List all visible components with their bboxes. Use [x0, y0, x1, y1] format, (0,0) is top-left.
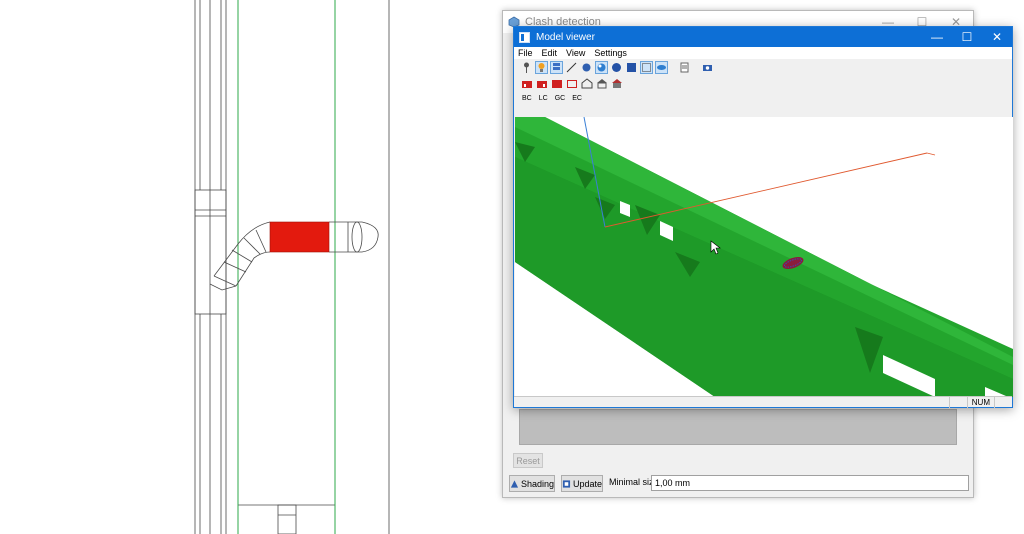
camera-icon[interactable]	[701, 61, 714, 74]
model-viewer-title-bar[interactable]: Model viewer — ☐ ✕	[514, 27, 1012, 47]
lamp-icon[interactable]	[535, 60, 548, 74]
shading-label: Shading	[520, 478, 554, 489]
viewer-toolbar-2	[514, 75, 1012, 91]
viewer-minimize-button[interactable]: —	[922, 27, 952, 47]
red-box-icon[interactable]	[550, 77, 563, 90]
line-icon[interactable]	[565, 61, 578, 74]
viewer-toolbar-1	[514, 59, 1012, 75]
viewer-maximize-button[interactable]: ☐	[952, 27, 982, 47]
bc-button[interactable]: BC	[521, 94, 533, 103]
clash-results-list[interactable]	[519, 409, 957, 445]
status-num: NUM	[966, 396, 994, 408]
square-icon[interactable]	[625, 61, 638, 74]
menu-bar: File Edit View Settings	[514, 47, 1012, 59]
stack-icon[interactable]	[550, 60, 563, 74]
lc-button[interactable]: LC	[538, 94, 549, 103]
red-house-2-icon[interactable]	[535, 77, 548, 90]
menu-file[interactable]: File	[518, 48, 533, 58]
bbox-icon[interactable]	[640, 60, 653, 74]
house-tiles-icon[interactable]	[610, 77, 623, 90]
beam-side-face	[515, 157, 1013, 397]
reset-button[interactable]: Reset	[513, 453, 543, 468]
3d-scene	[515, 117, 1013, 397]
update-icon	[562, 479, 571, 488]
menu-settings[interactable]: Settings	[594, 48, 627, 58]
shading-icon	[510, 479, 519, 488]
viewer-text-toolbar: BC LC GC EC	[514, 91, 1012, 105]
menu-view[interactable]: View	[566, 48, 585, 58]
cad-drawing-canvas[interactable]	[0, 0, 500, 534]
gc-button[interactable]: GC	[554, 94, 567, 103]
shading-button[interactable]: Shading	[509, 475, 555, 492]
status-cell-empty-2	[994, 396, 1012, 408]
update-label: Update	[572, 478, 602, 489]
page-icon[interactable]	[678, 61, 691, 74]
menu-edit[interactable]: Edit	[542, 48, 558, 58]
pin-icon[interactable]	[520, 61, 533, 74]
viewer-close-button[interactable]: ✕	[982, 27, 1012, 47]
min-size-input[interactable]	[651, 475, 969, 491]
status-bar: NUM	[514, 396, 1012, 408]
eye-icon[interactable]	[655, 60, 668, 74]
ec-button[interactable]: EC	[571, 94, 583, 103]
status-cell-empty	[948, 396, 967, 408]
model-viewer-window: Model viewer — ☐ ✕ File Edit View Settin…	[513, 26, 1013, 408]
3d-viewport[interactable]	[515, 117, 1013, 397]
desktop: Clash detection — ☐ ✕ Reset Shading Upda…	[0, 0, 1024, 534]
cube-shade-icon[interactable]	[595, 60, 608, 74]
sphere-icon[interactable]	[580, 61, 593, 74]
model-viewer-title: Model viewer	[536, 31, 595, 43]
red-house-icon[interactable]	[520, 77, 533, 90]
post	[277, 504, 297, 534]
red-outline-icon[interactable]	[565, 77, 578, 90]
house-roof-icon[interactable]	[595, 77, 608, 90]
clash-highlight	[269, 221, 330, 253]
update-button[interactable]: Update	[561, 475, 603, 492]
circle-icon[interactable]	[610, 61, 623, 74]
house-outline-icon[interactable]	[580, 77, 593, 90]
viewer-app-icon	[519, 31, 530, 43]
pipe-fitting	[194, 189, 227, 315]
